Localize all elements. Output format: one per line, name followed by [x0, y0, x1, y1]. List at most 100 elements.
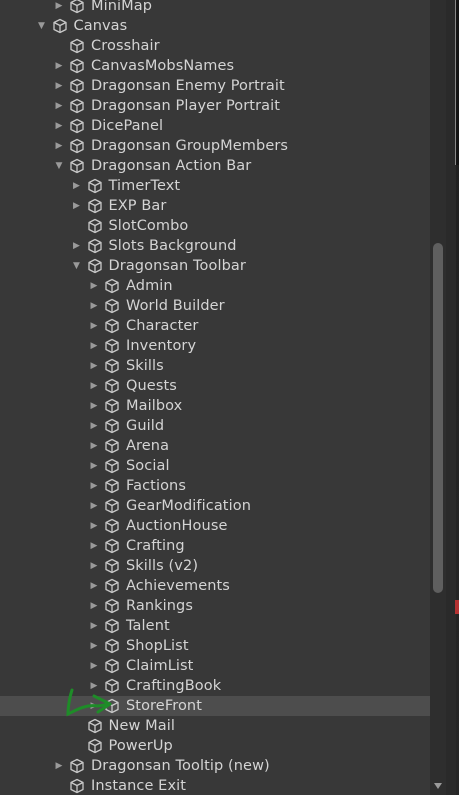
tree-row[interactable]: ▶ Admin [0, 276, 430, 296]
triangle-right-icon[interactable]: ▶ [71, 176, 83, 196]
tree-row[interactable]: ▶ Crafting [0, 536, 430, 556]
tree-row-label: Instance Exit [91, 778, 187, 794]
tree-row[interactable]: ▶ Slots Background [0, 236, 430, 256]
tree-row[interactable]: ▶ Rankings [0, 596, 430, 616]
tree-row[interactable]: ▶ Talent [0, 616, 430, 636]
cube-icon [104, 658, 120, 674]
triangle-right-icon[interactable]: ▶ [88, 396, 100, 416]
tree-row[interactable]: ▶ Dragonsan Tooltip (new) [0, 756, 430, 776]
triangle-right-icon[interactable]: ▶ [88, 536, 100, 556]
triangle-right-icon[interactable]: ▶ [53, 116, 65, 136]
tree-row[interactable]: ▶ ShopList [0, 636, 430, 656]
triangle-right-icon[interactable]: ▶ [71, 236, 83, 256]
triangle-right-icon[interactable]: ▶ [88, 616, 100, 636]
tree-row[interactable]: ▶ Dragonsan Player Portrait [0, 96, 430, 116]
tree-row-label: Achievements [126, 578, 230, 594]
tree-row[interactable]: ▶ Skills [0, 356, 430, 376]
triangle-right-icon[interactable]: ▶ [88, 336, 100, 356]
tree-row[interactable]: ▶ Inventory [0, 336, 430, 356]
tree-row[interactable]: ▶ World Builder [0, 296, 430, 316]
triangle-right-icon[interactable]: ▶ [88, 636, 100, 656]
tree-row[interactable]: ▶ Arena [0, 436, 430, 456]
triangle-right-icon[interactable]: ▶ [71, 196, 83, 216]
triangle-right-icon[interactable]: ▶ [88, 296, 100, 316]
tree-row[interactable]: ▶ EXP Bar [0, 196, 430, 216]
cube-icon [104, 498, 120, 514]
tree-row-label: MiniMap [91, 0, 153, 14]
tree-row-label: Guild [126, 418, 165, 434]
cube-icon [104, 538, 120, 554]
triangle-right-icon[interactable]: ▶ [53, 136, 65, 156]
tree-row[interactable]: ▶ ClaimList [0, 656, 430, 676]
tree-row[interactable]: ▼ Dragonsan Action Bar [0, 156, 430, 176]
tree-row-label: TimerText [108, 178, 181, 194]
triangle-right-icon[interactable]: ▶ [53, 0, 65, 16]
triangle-right-icon[interactable]: ▶ [88, 556, 100, 576]
cube-icon [104, 438, 120, 454]
triangle-right-icon[interactable]: ▶ [88, 416, 100, 436]
tree-row[interactable]: SlotCombo [0, 216, 430, 236]
tree-row[interactable]: ▶ Dragonsan GroupMembers [0, 136, 430, 156]
tree-row-label: Mailbox [126, 398, 183, 414]
triangle-right-icon[interactable]: ▶ [88, 696, 100, 716]
tree-row-label: Skills [126, 358, 164, 374]
cube-icon [87, 738, 103, 754]
tree-row[interactable]: ▶ StoreFront [0, 696, 430, 716]
triangle-down-icon[interactable]: ▼ [53, 156, 65, 176]
tree-row[interactable]: New Mail [0, 716, 430, 736]
tree-row[interactable]: ▶ MiniMap [0, 0, 430, 16]
tree-row[interactable]: PowerUp [0, 736, 430, 756]
tree-row-label: Skills (v2) [126, 558, 199, 574]
tree-row[interactable]: ▼ Canvas [0, 16, 430, 36]
scrollbar-thumb[interactable] [433, 243, 443, 593]
tree-row[interactable]: ▶ Guild [0, 416, 430, 436]
tree-row-label: EXP Bar [108, 198, 167, 214]
triangle-right-icon[interactable]: ▶ [88, 476, 100, 496]
triangle-down-icon[interactable]: ▼ [71, 256, 83, 276]
tree-row[interactable]: ▶ CanvasMobsNames [0, 56, 430, 76]
cube-icon [104, 358, 120, 374]
tree-row[interactable]: ▶ Character [0, 316, 430, 336]
tree-row[interactable]: ▶ TimerText [0, 176, 430, 196]
tree-row[interactable]: ▶ Quests [0, 376, 430, 396]
cube-icon [104, 398, 120, 414]
tree-row-label: Dragonsan GroupMembers [91, 138, 289, 154]
triangle-right-icon[interactable]: ▶ [53, 756, 65, 776]
tree-row-label: Talent [126, 618, 170, 634]
tree-row[interactable]: ▶ GearModification [0, 496, 430, 516]
triangle-right-icon[interactable]: ▶ [88, 676, 100, 696]
triangle-right-icon[interactable]: ▶ [88, 656, 100, 676]
triangle-right-icon[interactable]: ▶ [53, 56, 65, 76]
triangle-right-icon[interactable]: ▶ [88, 576, 100, 596]
triangle-down-icon[interactable]: ▼ [36, 16, 48, 36]
tree-row[interactable]: ▶ DicePanel [0, 116, 430, 136]
triangle-right-icon[interactable]: ▶ [88, 496, 100, 516]
triangle-right-icon[interactable]: ▶ [53, 76, 65, 96]
cube-icon [87, 258, 103, 274]
tree-row-label: Admin [126, 278, 173, 294]
triangle-right-icon[interactable]: ▶ [88, 516, 100, 536]
tree-row[interactable]: ▶ CraftingBook [0, 676, 430, 696]
tree-row[interactable]: ▶ Factions [0, 476, 430, 496]
tree-row-label: CraftingBook [126, 678, 222, 694]
tree-row[interactable]: ▶ AuctionHouse [0, 516, 430, 536]
triangle-right-icon[interactable]: ▶ [88, 356, 100, 376]
scroll-down-arrow-icon[interactable] [434, 783, 442, 789]
triangle-right-icon[interactable]: ▶ [88, 276, 100, 296]
vertical-scrollbar[interactable] [430, 0, 446, 795]
tree-row[interactable]: ▶ Skills (v2) [0, 556, 430, 576]
tree-row[interactable]: Crosshair [0, 36, 430, 56]
tree-row[interactable]: ▶ Mailbox [0, 396, 430, 416]
triangle-right-icon[interactable]: ▶ [88, 316, 100, 336]
triangle-right-icon[interactable]: ▶ [88, 376, 100, 396]
tree-row[interactable]: ▶ Social [0, 456, 430, 476]
triangle-right-icon[interactable]: ▶ [53, 96, 65, 116]
tree-row[interactable]: ▶ Dragonsan Enemy Portrait [0, 76, 430, 96]
triangle-right-icon[interactable]: ▶ [88, 456, 100, 476]
triangle-right-icon[interactable]: ▶ [88, 436, 100, 456]
triangle-right-icon[interactable]: ▶ [88, 596, 100, 616]
tree-row[interactable]: ▼ Dragonsan Toolbar [0, 256, 430, 276]
tree-row[interactable]: Instance Exit [0, 776, 430, 795]
tree-row[interactable]: ▶ Achievements [0, 576, 430, 596]
cube-icon [104, 618, 120, 634]
